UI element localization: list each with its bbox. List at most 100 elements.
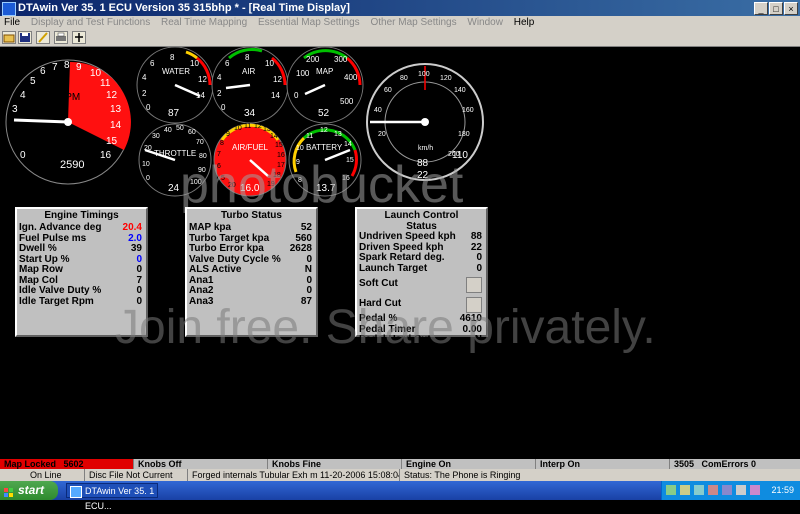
battery-tick: 11 [306,133,313,140]
table-row: Idle Valve Duty % 0 [17,285,146,297]
speed-tick: 80 [400,75,408,82]
watermark-photobucket: photobucket [180,156,464,214]
row-label: Undriven Speed kph [359,231,456,242]
tray-icon[interactable] [708,485,718,495]
table-row: ALS Active N [187,264,316,276]
throttle-tick: 70 [196,139,204,146]
rpm-tick: 11 [100,78,111,89]
rpm-needle [13,118,69,124]
airfuel-tick: 13 [263,126,271,133]
save-icon[interactable] [18,31,32,44]
row-label: Turbo Error kpa [189,243,264,254]
battery-tick: 14 [344,141,352,148]
launch-control-title: Launch Control [384,210,459,221]
speed-tick: 20 [378,131,386,138]
map-locked-status: Map Locked 5602 [0,459,134,469]
turbo-status-title: Turbo Status [221,210,282,221]
table-row: Undriven Speed kph 88 [357,231,486,243]
water-tick: 6 [150,59,155,68]
water-label: WATER [162,67,190,76]
app-icon [2,2,16,16]
throttle-tick: 30 [152,133,160,140]
system-tray: 21:59 [661,481,800,500]
row-value: 0 [476,262,482,274]
water-tick: 10 [190,59,199,68]
menu-real-time-mapping[interactable]: Real Time Mapping [157,16,251,30]
tray-icon[interactable] [750,485,760,495]
row-value: 2628 [289,243,312,254]
map-label: MAP [316,67,333,76]
speed-unit: km/h [418,145,433,152]
minimize-button[interactable]: _ [754,2,768,15]
windows-logo-icon [4,485,14,497]
watermark-tagline: Join free. Share privately. [115,301,656,354]
water-gauge: 0 2 4 6 8 10 12 14 WATER 87 [136,47,214,124]
map-tick: 0 [294,91,299,100]
pin-icon[interactable] [72,31,86,44]
rpm-tick: 12 [106,90,118,101]
map-tick: 200 [306,55,320,64]
rpm-value: 2590 [60,159,84,171]
secondary-status-bar: On Line Disc File Not Current Forged int… [0,469,800,481]
water-tick: 0 [146,103,151,112]
file-status: Forged internals Tubular Exh m 11-20-200… [188,469,400,481]
map-value: 52 [318,108,330,119]
soft-cut-indicator [466,277,482,293]
pencil-icon[interactable] [36,31,50,44]
soft-cut-row: Soft Cut [357,274,486,294]
start-button[interactable]: start [0,481,58,500]
rpm-tick: 6 [40,66,46,77]
taskbar: start DTAwin Ver 35. 1 ECU... EN 21:59 [0,481,800,511]
phone-status: Status: The Phone is Ringing [404,470,521,480]
print-icon[interactable] [54,31,68,44]
row-label: Ign. Advance deg [19,222,102,233]
menu-file[interactable]: File [0,16,24,30]
open-folder-icon[interactable] [2,31,16,44]
battery-tick: 13 [334,131,342,138]
map-tick: 100 [296,69,310,78]
window-title: DTAwin Ver 35. 1 ECU Version 35 315bhp *… [18,2,350,14]
throttle-tick: 40 [164,127,172,134]
soft-cut-label: Soft Cut [359,278,398,289]
knobs-fine-status: Knobs Fine [268,459,402,469]
row-label: Map Row [19,264,63,275]
table-row: Map Row 0 [17,264,146,276]
table-row: Ana2 0 [187,285,316,297]
rpm-gauge: 0 3 4 5 6 7 8 9 10 11 12 13 14 15 16 RPM… [5,59,131,185]
row-value: N [304,264,312,275]
throttle-tick: 10 [142,161,150,168]
errors-status: 3505 ComErrors 0 ChkErrors 0 [670,459,800,479]
maximize-button[interactable]: □ [769,2,783,15]
tray-icon[interactable] [680,485,690,495]
water-tick: 8 [170,53,175,62]
throttle-tick: 60 [188,129,196,136]
menu-display-test[interactable]: Display and Test Functions [27,16,154,30]
menu-essential-map-settings[interactable]: Essential Map Settings [254,16,364,30]
tray-icon[interactable] [736,485,746,495]
throttle-tick: 50 [176,125,184,132]
throttle-value: 24 [168,183,180,194]
map-gauge: 0 100 200 300 400 500 MAP 52 [286,47,364,124]
menu-window[interactable]: Window [463,16,507,30]
row-value: 20.4 [122,222,142,233]
airfuel-label: AIR/FUEL [232,143,269,152]
tray-icon[interactable] [694,485,704,495]
taskbar-item-label: DTAwin Ver 35. 1 ECU... [85,486,155,511]
speed-tick: 60 [384,87,392,94]
rpm-label: RPM [58,92,80,103]
air-gauge: 0 2 4 6 8 10 12 14 AIR 34 [211,47,289,124]
rpm-tick: 8 [64,60,70,71]
row-label: MAP kpa [189,222,232,233]
menu-bar: File Display and Test Functions Real Tim… [0,16,800,30]
tray-icon[interactable] [722,485,732,495]
close-button[interactable]: × [784,2,798,15]
taskbar-item-dtawin[interactable]: DTAwin Ver 35. 1 ECU... [66,483,158,511]
clock[interactable]: 21:59 [771,481,794,500]
menu-other-map-settings[interactable]: Other Map Settings [366,16,460,30]
air-tick: 12 [273,75,282,84]
air-tick: 6 [225,59,230,68]
window-controls: _ □ × [753,1,798,17]
menu-help[interactable]: Help [510,16,539,30]
tray-icon[interactable] [666,485,676,495]
map-tick: 300 [334,55,348,64]
